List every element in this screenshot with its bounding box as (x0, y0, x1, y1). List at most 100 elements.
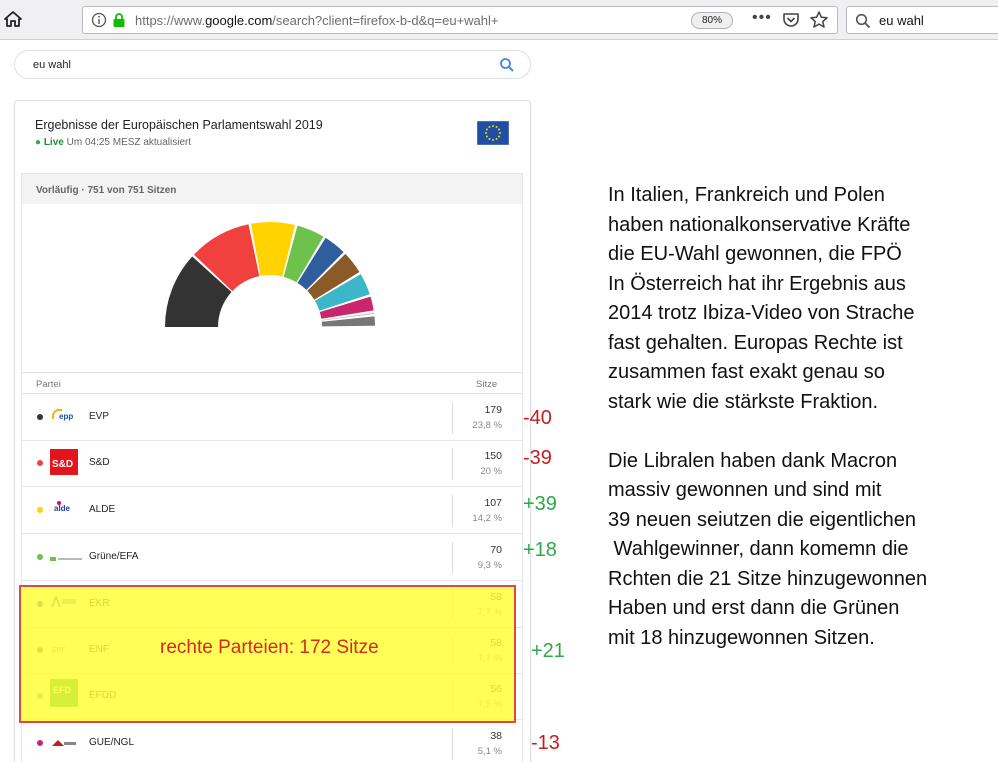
commentary-line: massiv gewonnen und sind mit (608, 479, 882, 501)
delta-evp: -40 (523, 407, 552, 429)
browser-search-value: eu wahl (879, 13, 924, 28)
divider (452, 402, 453, 434)
delta-alde: +39 (523, 493, 557, 515)
sd-logo-icon: S&D (50, 449, 78, 480)
browser-search-field[interactable]: eu wahl (846, 6, 998, 34)
seat-segment (321, 316, 375, 327)
party-row[interactable]: GUE/NGL 38 5,1 % (22, 720, 522, 762)
party-row[interactable]: alde ALDE 107 14,2 % (22, 487, 522, 534)
divider (22, 372, 522, 373)
commentary-line: die EU-Wahl gewonnen, die FPÖ (608, 243, 902, 265)
commentary-line: In Italien, Frankreich und Polen (608, 184, 885, 206)
party-percentage: 20 % (480, 466, 502, 477)
commentary-line: haben nationalkonservative Kräfte (608, 213, 911, 236)
url-domain: google.com (205, 13, 273, 28)
column-header-seats: Sitze (476, 379, 498, 390)
alde-logo-icon: alde (50, 500, 80, 521)
divider (452, 542, 453, 574)
google-search-icon[interactable] (499, 57, 515, 73)
party-name: ALDE (89, 504, 116, 515)
browser-toolbar: https://www.google.com/search?client=fir… (0, 0, 998, 40)
party-color-dot (37, 740, 43, 746)
party-name: GUE/NGL (89, 737, 135, 748)
commentary-line: Die Libralen haben dank Macron (608, 449, 898, 472)
party-row[interactable]: S&D S&D 150 20 % (22, 440, 522, 487)
party-seats: 107 (484, 497, 502, 509)
party-row[interactable]: epp EVP 179 23,8 % (22, 394, 522, 441)
divider (452, 448, 453, 480)
commentary-text: In Italien, Frankreich und Polen haben na… (608, 181, 988, 653)
seats-caption: Vorläufig · 751 von 751 Sitzen (36, 185, 177, 196)
commentary-paragraph-1: In Italien, Frankreich und Polen haben na… (608, 181, 988, 417)
party-seats: 70 (490, 544, 502, 556)
live-status: ● Live Um 04:25 MESZ aktualisiert (35, 137, 191, 148)
flag-star (485, 128, 488, 131)
lock-icon[interactable] (111, 12, 127, 28)
divider (452, 495, 453, 527)
google-search-input[interactable]: eu wahl (14, 50, 531, 79)
party-color-dot (37, 507, 43, 513)
greens-logo-icon (50, 551, 82, 569)
commentary-line: 2014 trotz Ibiza-Video von Strache (608, 302, 915, 324)
party-name: EVP (89, 411, 110, 422)
commentary-line: zusammen fast exakt genau so (608, 361, 885, 383)
svg-text:alde: alde (54, 504, 71, 513)
seat-distribution-chart (165, 222, 375, 327)
column-header-party: Partei (36, 379, 61, 390)
svg-text:epp: epp (59, 412, 73, 421)
svg-text:S&D: S&D (52, 459, 73, 470)
party-percentage: 5,1 % (477, 746, 502, 757)
commentary-line: fast gehalten. Europas Rechte ist (608, 331, 903, 354)
eu-flag-icon (477, 121, 509, 145)
party-seats: 38 (490, 730, 502, 742)
commentary-line: Haben und erst dann die Grünen (608, 597, 900, 619)
card-title: Ergebnisse der Europäischen Parlamentswa… (35, 118, 323, 132)
party-color-dot (37, 460, 43, 466)
bookmark-star-icon[interactable] (809, 10, 829, 30)
live-label: Live (43, 137, 64, 148)
delta-greens: +18 (523, 539, 557, 561)
epp-logo-icon: epp (50, 407, 82, 428)
party-color-dot (37, 554, 43, 560)
page-actions-menu[interactable]: ••• (752, 9, 772, 27)
info-icon[interactable] (91, 12, 107, 28)
party-name: S&D (89, 457, 110, 468)
updated-time: Um 04:25 MESZ aktualisiert (66, 137, 192, 148)
flag-star (492, 125, 494, 127)
gue-logo-icon (50, 736, 78, 754)
results-header: Vorläufig · 751 von 751 Sitzen (22, 174, 522, 204)
commentary-line: 39 neuen seiutzen die eigentlichen (608, 508, 917, 531)
flag-star (498, 128, 501, 131)
party-color-dot (37, 414, 43, 420)
highlight-label: rechte Parteien: 172 Sitze (160, 637, 379, 658)
live-dot: ● (35, 137, 42, 148)
home-button[interactable] (0, 6, 26, 32)
delta-gue: -13 (531, 732, 560, 754)
commentary-paragraph-2: Die Libralen haben dank Macron massiv gew… (608, 447, 988, 654)
party-seats: 179 (484, 404, 502, 416)
zoom-badge[interactable]: 80% (691, 12, 733, 29)
flag-star (495, 138, 498, 141)
url-text[interactable]: https://www.google.com/search?client=fir… (135, 13, 499, 28)
party-name: Grüne/EFA (89, 551, 139, 562)
commentary-line: stark wie die stärkste Fraktion. (608, 390, 879, 413)
flag-star (499, 132, 501, 134)
party-percentage: 9,3 % (477, 560, 502, 571)
home-icon (4, 11, 22, 27)
flag-star (495, 125, 498, 128)
flag-star (488, 125, 491, 128)
party-row[interactable]: Grüne/EFA 70 9,3 % (22, 534, 522, 581)
url-bar[interactable]: https://www.google.com/search?client=fir… (82, 6, 838, 34)
party-percentage: 14,2 % (472, 513, 502, 524)
flag-star (485, 132, 487, 134)
flag-star (488, 138, 491, 141)
flag-star (485, 135, 488, 138)
commentary-line: mit 18 hinzugewonnen Sitzen. (608, 626, 875, 649)
commentary-line: In Österreich hat ihr Ergebnis aus (608, 272, 906, 295)
divider (452, 728, 453, 760)
commentary-line: Wahlgewinner, dann komemn die (608, 538, 909, 560)
pocket-icon[interactable] (782, 11, 800, 29)
url-prefix: https://www. (135, 13, 206, 28)
search-icon (855, 13, 871, 29)
party-percentage: 23,8 % (472, 420, 502, 431)
